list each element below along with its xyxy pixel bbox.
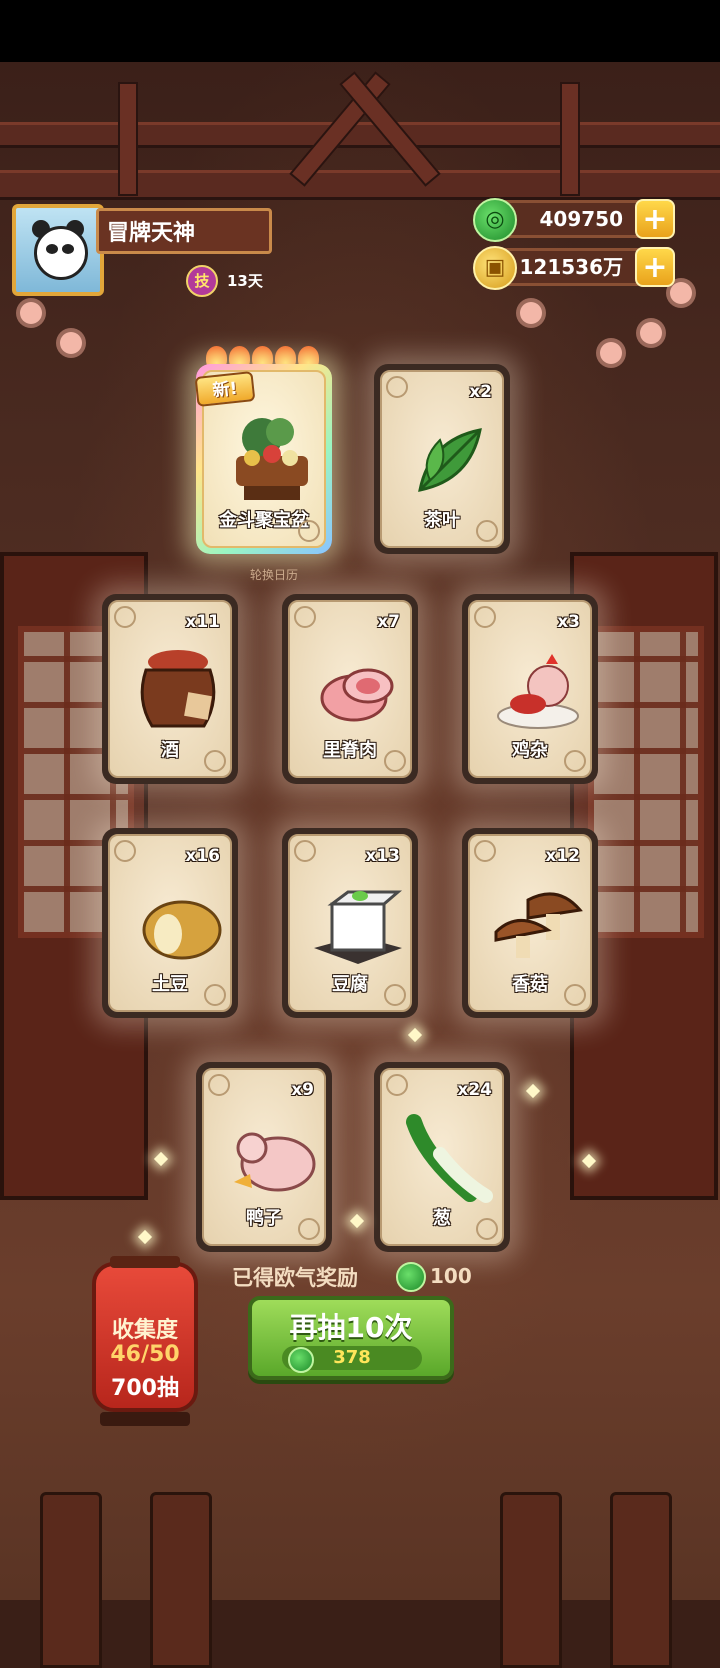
roof-beam [0, 122, 720, 148]
tenderloin-icon [320, 668, 394, 722]
reward-text: 已得欧气奖励 [232, 1266, 358, 1290]
card-count: x9 [291, 1080, 314, 1100]
draw-cost-value: 378 [333, 1347, 371, 1368]
player-name: 冒牌天神 [96, 208, 272, 254]
card-count: x2 [469, 382, 492, 402]
card-tea-leaf[interactable]: x2 茶叶 [374, 364, 510, 554]
card-label: 金斗聚宝盆 [219, 510, 309, 531]
gold-currency: ▣ 121536万 + [473, 246, 675, 290]
draw-cost: 378 [282, 1346, 422, 1373]
blossom [640, 322, 662, 344]
roof-beam-lower [0, 170, 720, 200]
card-mushroom[interactable]: x12 香菇 [462, 828, 598, 1018]
jade-coin-icon: ◎ [473, 198, 517, 242]
collection-progress: 46/50 [110, 1342, 180, 1367]
card-label: 酒 [161, 740, 179, 761]
add-jade-button[interactable]: + [635, 199, 675, 239]
reward-value: 100 [430, 1264, 472, 1288]
chicken-giblets-icon [497, 654, 579, 729]
card-potato[interactable]: x16 土豆 [102, 828, 238, 1018]
card-count: x12 [545, 846, 580, 866]
collection-lantern[interactable]: 收集度 46/50 700抽 [92, 1256, 198, 1426]
card-count: x11 [185, 612, 220, 632]
card-count: x24 [457, 1080, 492, 1100]
treasure-bowl-icon [236, 418, 308, 500]
mushroom-icon [494, 892, 583, 958]
card-label: 鸭子 [246, 1208, 282, 1229]
draw-again-button[interactable]: 再抽10次 378 [248, 1296, 454, 1380]
rafter [560, 82, 580, 196]
jade-currency-value: 409750 [539, 207, 624, 231]
railing-post [500, 1492, 562, 1668]
card-count: x7 [377, 612, 400, 632]
card-label: 茶叶 [424, 510, 460, 531]
gold-currency-value: 121536万 [519, 255, 624, 279]
player-avatar[interactable] [12, 204, 104, 296]
rafter [118, 82, 138, 196]
skill-days: 13天 [227, 272, 263, 290]
tofu-icon [314, 890, 403, 964]
blossom [60, 332, 82, 354]
potato-icon [142, 900, 222, 960]
rotation-calendar-tag: 轮换日历 [250, 568, 299, 582]
blossom [20, 302, 42, 324]
status-bar [0, 0, 720, 62]
card-label: 香菇 [512, 974, 548, 995]
draw-again-label: 再抽10次 [289, 1311, 413, 1344]
duck-icon [234, 1132, 316, 1192]
card-duck[interactable]: x9 鸭子 [196, 1062, 332, 1252]
jade-currency: ◎ 409750 + [473, 198, 675, 242]
card-tenderloin[interactable]: x7 里脊肉 [282, 594, 418, 784]
card-scallion[interactable]: x24 葱 [374, 1062, 510, 1252]
card-label: 鸡杂 [512, 740, 548, 761]
collection-title: 收集度 [111, 1318, 178, 1343]
railing-post [40, 1492, 102, 1668]
card-tofu[interactable]: x13 豆腐 [282, 828, 418, 1018]
railing-post [610, 1492, 672, 1668]
card-wine[interactable]: x11 酒 [102, 594, 238, 784]
skill-badge-icon[interactable]: 技 [186, 265, 218, 297]
add-gold-button[interactable]: + [635, 247, 675, 287]
new-badge: 新! [194, 371, 256, 407]
blossom [670, 282, 692, 304]
railing-post [150, 1492, 212, 1668]
card-count: x13 [365, 846, 400, 866]
card-label: 豆腐 [332, 974, 368, 995]
gold-coin-icon: ▣ [473, 246, 517, 290]
blossom [600, 342, 622, 364]
card-label: 里脊肉 [323, 740, 377, 761]
card-count: x16 [185, 846, 220, 866]
jade-coin-icon [396, 1262, 426, 1292]
card-chicken-giblets[interactable]: x3 鸡杂 [462, 594, 598, 784]
scallion-icon [406, 1114, 493, 1203]
card-count: x3 [557, 612, 580, 632]
card-label: 葱 [433, 1208, 451, 1229]
wine-jar-icon [140, 650, 216, 728]
card-label: 土豆 [152, 974, 188, 995]
blossom [520, 302, 542, 324]
collection-draws: 700抽 [111, 1376, 179, 1401]
tea-leaf-icon [418, 428, 482, 492]
